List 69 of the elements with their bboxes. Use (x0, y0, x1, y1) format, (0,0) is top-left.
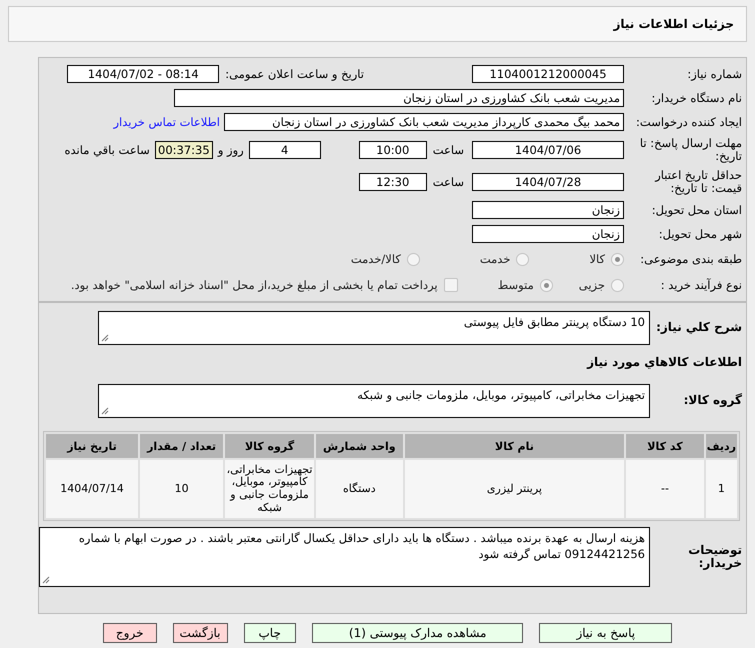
section-heading: اطلاعات كالاهاي مورد نياز (587, 355, 742, 369)
action-button[interactable]: پاسخ به نیاز (539, 623, 672, 643)
table-cell: پرینتر لیزری (404, 460, 624, 518)
field-label: تاریخ و ساعت اعلان عمومی: (225, 67, 364, 81)
reply-time-field: 10:00 (358, 141, 427, 159)
resize-grip-icon[interactable] (101, 334, 109, 342)
action-button[interactable]: بازگشت (172, 623, 228, 643)
field-label: ایجاد کننده درخواست: (635, 116, 743, 128)
table-cell: تجهیزات مخابراتی، کامپیوتر، موبایل، ملزومات جانبی و شبکه (225, 460, 314, 518)
table-cell: 10 (140, 460, 224, 518)
column-header: تاریخ نیاز (46, 434, 138, 458)
field-label: شرح كلي نياز: (655, 321, 743, 335)
radio-button[interactable] (516, 252, 530, 266)
remaining-label: ساعت باقي مانده (64, 143, 150, 157)
checkbox[interactable] (444, 278, 458, 292)
radio-button[interactable] (611, 252, 624, 266)
table-cell: دستگاه (316, 460, 403, 518)
description-text: 10 دستگاه پرینتر مطابق فایل پیوستی (464, 315, 645, 329)
remaining-time-field: 00:37:35 (154, 141, 213, 159)
action-button[interactable]: خروج (102, 623, 156, 643)
radio-label: کالا/خدمت (350, 252, 401, 266)
radio-label: متوسط (498, 278, 534, 292)
column-header: واحد شمارش (316, 434, 403, 458)
resize-grip-icon[interactable] (42, 576, 50, 584)
table-cell: 1 (706, 460, 737, 518)
announce-date-field: 1404/07/02 - 08:14 (67, 65, 220, 83)
days-field: 4 (248, 141, 321, 159)
field-label: نام دستگاه خریدار: (650, 92, 743, 104)
field-label: حداقل تاریخ اعتبار قیمت: تا تاریخ: (654, 169, 743, 195)
radio-button[interactable] (406, 252, 420, 266)
buyer-notes-text: هزینه ارسال به عهدة برنده میباشد . دستگاه ها باید دارای حداقل یکسال گارانتی معتبر باشند . در صورت ابهام با شماره 09124421256 تماس گرفته شود (78, 531, 645, 561)
goods-group-text: تجهیزات مخابراتی، کامپیوتر، موبایل، ملزومات جانبی و شبکه (357, 388, 645, 402)
radio-label: کالا (589, 252, 605, 266)
price-time-field: 12:30 (358, 173, 427, 191)
days-label: روز و (218, 143, 244, 157)
requester-field: محمد بیگ محمدی کارپرداز مدیریت شعب بانک کشاورزی در استان زنجان (224, 113, 624, 131)
field-label: مهلت ارسال پاسخ: تا تاریخ: (638, 137, 743, 163)
field-label: گروه کالا: (682, 394, 743, 408)
radio-label: خدمت (480, 252, 510, 266)
field-label: استان محل تحویل: (650, 204, 743, 216)
time-label: ساعت (432, 175, 464, 189)
radio-button[interactable] (540, 278, 553, 292)
radio-label: جزیی (578, 278, 605, 292)
page-title: جزئیات اطلاعات نیاز (613, 17, 734, 31)
table-cell: -- (626, 460, 704, 518)
field-label: شهر محل تحویل: (658, 228, 743, 240)
field-label: طبقه بندی موضوعی: (639, 252, 743, 266)
city-field: زنجان (472, 225, 624, 243)
checkbox-label: پرداخت تمام یا بخشی از مبلغ خرید،از محل "اسناد خزانه اسلامی" خواهد بود. (70, 278, 438, 292)
action-button[interactable]: مشاهده مدارک پیوستی (1) (312, 623, 524, 643)
resize-grip-icon[interactable] (101, 407, 109, 415)
column-header: کد کالا (626, 434, 704, 458)
column-header: گروه کالا (225, 434, 314, 458)
time-label: ساعت (432, 143, 464, 157)
table-cell: 1404/07/14 (46, 460, 138, 518)
action-button[interactable]: چاپ (244, 623, 296, 643)
buyer-contact-link[interactable]: اطلاعات تماس خریدار (113, 115, 220, 129)
province-field: زنجان (472, 201, 624, 219)
need-number-field: 1104001212000045 (472, 65, 624, 83)
reply-date-field: 1404/07/06 (472, 141, 624, 159)
radio-button[interactable] (611, 278, 624, 292)
buyer-field: مدیریت شعب بانک کشاورزی در استان زنجان (174, 89, 624, 107)
field-label: نوع فرآیند خرید : (660, 278, 743, 292)
column-header: ردیف (706, 434, 737, 458)
price-date-field: 1404/07/28 (472, 173, 624, 191)
field-label: شماره نیاز: (686, 68, 743, 80)
column-header: نام کالا (404, 434, 624, 458)
field-label: توضیحات خریدار: (687, 544, 743, 570)
column-header: تعداد / مقدار (140, 434, 224, 458)
